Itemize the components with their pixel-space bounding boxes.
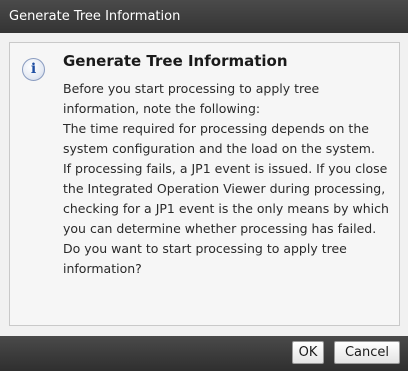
button-bar: OK Cancel [0,336,408,371]
message-paragraph: If processing fails, a JP1 event is issu… [63,161,389,236]
generate-tree-information-dialog: Generate Tree Information i Generate Tre… [0,0,408,371]
message-body: Before you start processing to apply tre… [63,79,393,279]
message-paragraph: The time required for processing depends… [63,121,375,156]
info-icon: i [22,58,45,81]
dialog-title: Generate Tree Information [0,0,408,33]
ok-button[interactable]: OK [292,341,324,364]
cancel-button[interactable]: Cancel [334,341,400,364]
dialog-heading: Generate Tree Information [63,52,288,70]
message-paragraph: Before you start processing to apply tre… [63,81,320,116]
message-paragraph: Do you want to start processing to apply… [63,241,347,276]
message-panel: i Generate Tree Information Before you s… [9,42,400,326]
